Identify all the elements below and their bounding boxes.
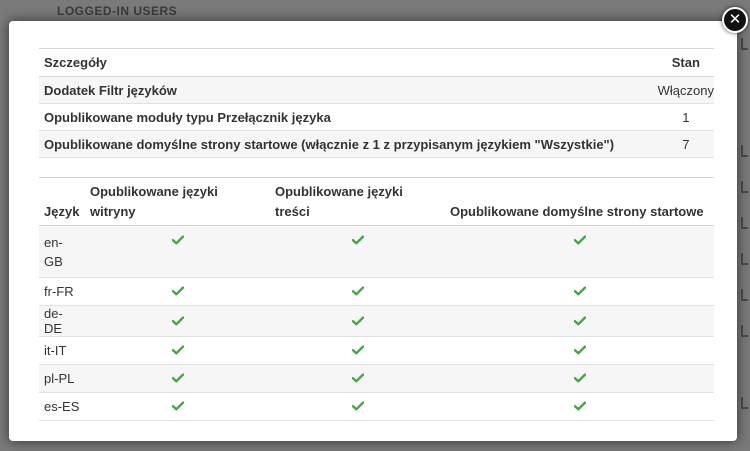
check-icon: [171, 373, 184, 383]
site-status-cell: [85, 392, 270, 421]
background-mark: [741, 325, 748, 337]
home-status-cell: [445, 336, 714, 365]
table-row: en-GB: [39, 225, 714, 278]
detail-value: Włączony: [657, 76, 714, 104]
multilanguage-status-modal: Szczegóły Stan Dodatek Filtr języków Włą…: [9, 21, 737, 441]
details-table: Szczegóły Stan Dodatek Filtr języków Włą…: [39, 48, 714, 158]
table-row: pl-PL: [39, 364, 714, 393]
background-heading: LOGGED-IN USERS: [57, 4, 178, 18]
status-header: Stan: [657, 48, 714, 77]
check-icon: [351, 345, 364, 355]
check-icon: [573, 286, 586, 296]
language-code: es-ES: [39, 392, 85, 421]
content-status-cell: [270, 305, 445, 337]
check-icon: [573, 315, 586, 325]
table-row: es-ES: [39, 392, 714, 421]
home-status-cell: [445, 225, 714, 278]
content-status-cell: [270, 364, 445, 393]
table-row: Opublikowane moduły typu Przełącznik jęz…: [39, 103, 714, 131]
home-status-cell: [445, 364, 714, 393]
background-mark: [741, 289, 748, 301]
home-status-cell: [445, 305, 714, 337]
check-icon: [171, 401, 184, 411]
content-status-cell: [270, 336, 445, 365]
background-mark: [741, 38, 748, 50]
home-status-cell: [445, 277, 714, 306]
detail-value: 1: [657, 103, 714, 131]
check-icon: [573, 345, 586, 355]
check-icon: [171, 345, 184, 355]
check-icon: [351, 315, 364, 325]
site-status-cell: [85, 305, 270, 337]
content-status-cell: [270, 277, 445, 306]
close-icon: ✕: [728, 10, 742, 28]
details-header: Szczegóły: [39, 48, 658, 77]
site-status-cell: [85, 225, 270, 278]
table-row: de-DE: [39, 305, 714, 337]
check-icon: [351, 235, 364, 245]
home-pages-header: Opublikowane domyślne strony startowe: [445, 177, 714, 226]
check-icon: [351, 401, 364, 411]
detail-label: Opublikowane moduły typu Przełącznik jęz…: [39, 103, 658, 131]
check-icon: [171, 315, 184, 325]
background-mark: [741, 397, 748, 409]
background-mark: [741, 145, 748, 157]
close-button[interactable]: ✕: [722, 7, 748, 33]
site-status-cell: [85, 277, 270, 306]
table-row: fr-FR: [39, 277, 714, 306]
check-icon: [171, 235, 184, 245]
language-code: de-DE: [39, 305, 85, 337]
site-status-cell: [85, 336, 270, 365]
table-row: Opublikowane domyślne strony startowe (w…: [39, 130, 714, 158]
check-icon: [351, 286, 364, 296]
language-header: Język: [39, 177, 85, 226]
check-icon: [573, 235, 586, 245]
check-icon: [171, 286, 184, 296]
detail-label: Opublikowane domyślne strony startowe (w…: [39, 130, 658, 158]
check-icon: [351, 373, 364, 383]
check-icon: [573, 373, 586, 383]
language-code: fr-FR: [39, 277, 85, 306]
content-status-cell: [270, 392, 445, 421]
content-languages-header: Opublikowane języki treści: [270, 177, 445, 226]
language-code: it-IT: [39, 336, 85, 365]
languages-table: Język Opublikowane języki witryny Opubli…: [39, 177, 714, 421]
language-code: pl-PL: [39, 364, 85, 393]
content-status-cell: [270, 225, 445, 278]
site-languages-header: Opublikowane języki witryny: [85, 177, 270, 226]
table-row: it-IT: [39, 336, 714, 365]
check-icon: [573, 401, 586, 411]
site-status-cell: [85, 364, 270, 393]
home-status-cell: [445, 392, 714, 421]
background-mark: [741, 217, 748, 229]
table-row: Dodatek Filtr języków Włączony: [39, 76, 714, 104]
background-mark: [741, 181, 748, 193]
background-mark: [741, 253, 748, 265]
detail-value: 7: [657, 130, 714, 158]
detail-label: Dodatek Filtr języków: [39, 76, 658, 104]
language-code: en-GB: [39, 225, 85, 278]
